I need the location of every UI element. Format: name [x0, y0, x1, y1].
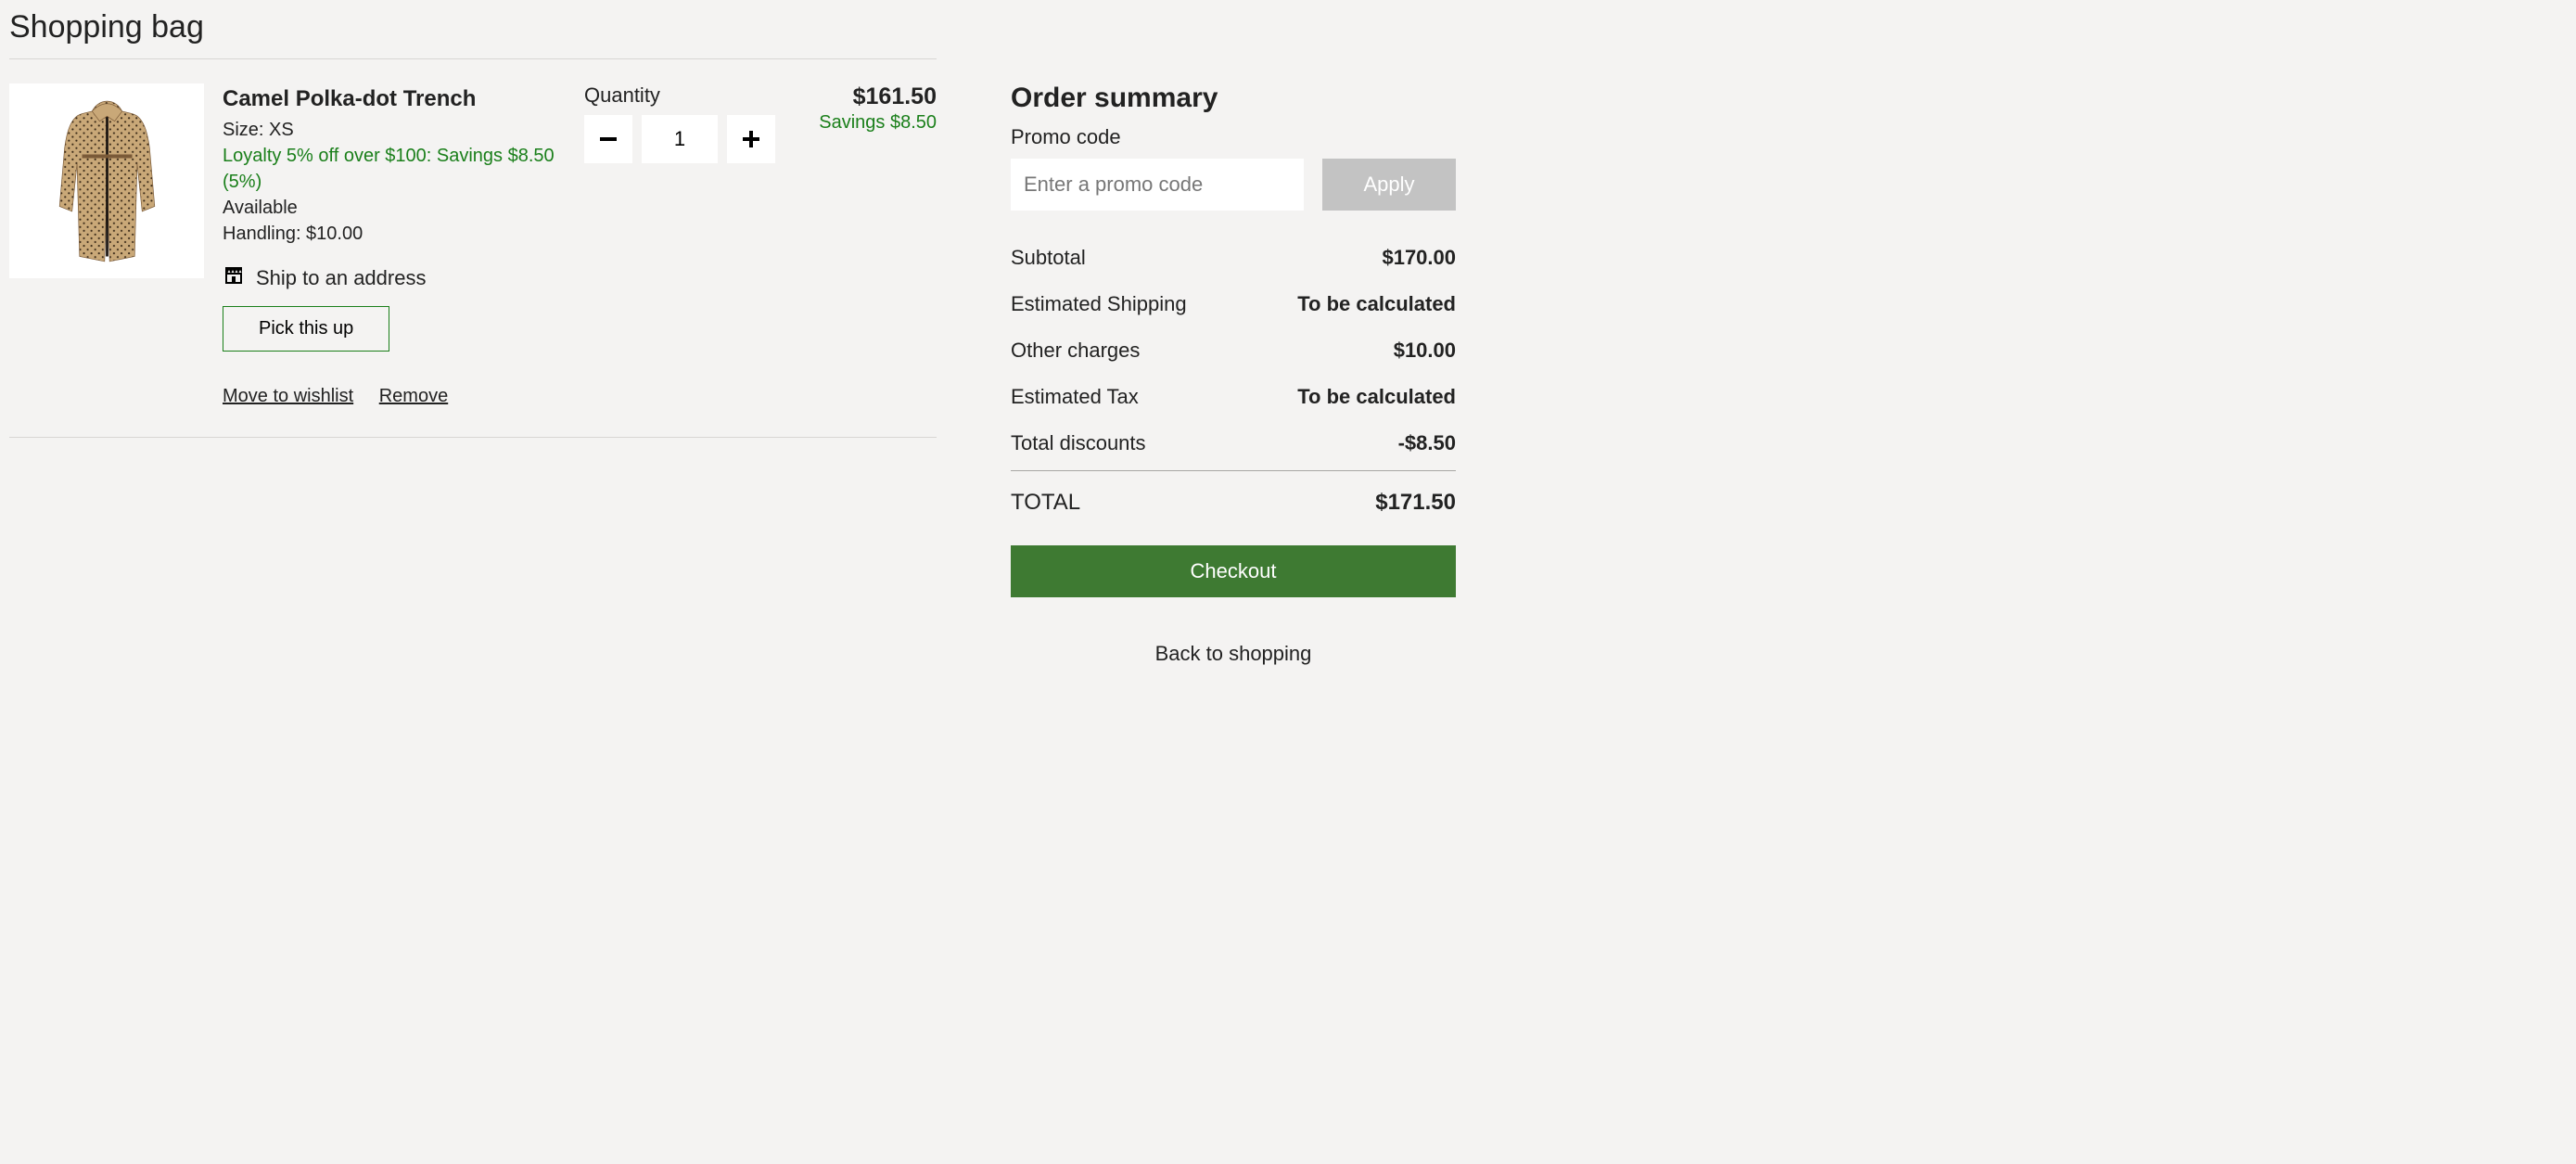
summary-subtotal-row: Subtotal $170.00 — [1011, 235, 1456, 281]
quantity-column: Quantity — [584, 83, 788, 409]
minus-icon — [597, 128, 619, 150]
cart-items-column: Camel Polka-dot Trench Size: XS Loyalty … — [9, 58, 937, 438]
summary-total-row: TOTAL $171.50 — [1011, 475, 1456, 545]
summary-divider — [1011, 470, 1456, 471]
page-title: Shopping bag — [9, 9, 2567, 45]
summary-shipping-row: Estimated Shipping To be calculated — [1011, 281, 1456, 327]
apply-promo-button[interactable]: Apply — [1322, 159, 1456, 211]
summary-total-label: TOTAL — [1011, 490, 1080, 516]
back-to-shopping-link[interactable]: Back to shopping — [1011, 642, 1456, 666]
product-name: Camel Polka-dot Trench — [223, 83, 584, 115]
summary-shipping-value: To be calculated — [1297, 292, 1456, 316]
summary-discounts-row: Total discounts -$8.50 — [1011, 420, 1456, 467]
summary-tax-value: To be calculated — [1297, 385, 1456, 409]
summary-other-label: Other charges — [1011, 339, 1140, 363]
item-price: $161.50 — [788, 83, 937, 110]
item-savings: Savings $8.50 — [788, 112, 937, 134]
plus-icon — [740, 128, 762, 150]
price-column: $161.50 Savings $8.50 — [788, 83, 937, 409]
quantity-decrement-button[interactable] — [584, 115, 632, 163]
remove-link[interactable]: Remove — [379, 386, 448, 406]
summary-shipping-label: Estimated Shipping — [1011, 292, 1187, 316]
summary-discounts-value: -$8.50 — [1398, 431, 1456, 455]
product-size: Size: XS — [223, 117, 584, 143]
cart-item-row: Camel Polka-dot Trench Size: XS Loyalty … — [9, 58, 937, 438]
summary-other-value: $10.00 — [1394, 339, 1456, 363]
ship-to-address-row: Ship to an address — [223, 263, 584, 294]
trench-coat-icon — [39, 94, 175, 269]
ship-to-address-label: Ship to an address — [256, 264, 426, 293]
handling-line: Handling: $10.00 — [223, 221, 584, 247]
summary-subtotal-label: Subtotal — [1011, 246, 1086, 270]
availability-line: Available — [223, 195, 584, 221]
move-to-wishlist-link[interactable]: Move to wishlist — [223, 386, 353, 406]
product-image — [9, 83, 204, 278]
promo-code-input[interactable] — [1011, 159, 1304, 211]
summary-tax-label: Estimated Tax — [1011, 385, 1139, 409]
summary-other-row: Other charges $10.00 — [1011, 327, 1456, 374]
store-icon — [223, 263, 245, 294]
promo-code-row: Apply — [1011, 159, 1456, 211]
item-actions: Move to wishlist Remove — [223, 383, 584, 409]
summary-total-value: $171.50 — [1375, 490, 1456, 516]
order-summary-title: Order summary — [1011, 83, 1456, 114]
order-summary-column: Order summary Promo code Apply Subtotal … — [1011, 58, 1456, 666]
quantity-increment-button[interactable] — [727, 115, 775, 163]
product-details: Camel Polka-dot Trench Size: XS Loyalty … — [223, 83, 584, 409]
quantity-label: Quantity — [584, 83, 788, 108]
summary-tax-row: Estimated Tax To be calculated — [1011, 374, 1456, 420]
pick-this-up-button[interactable]: Pick this up — [223, 306, 389, 352]
loyalty-discount-line: Loyalty 5% off over $100: Savings $8.50 … — [223, 143, 584, 195]
promo-code-label: Promo code — [1011, 125, 1456, 149]
checkout-button[interactable]: Checkout — [1011, 545, 1456, 597]
summary-discounts-label: Total discounts — [1011, 431, 1146, 455]
quantity-controls — [584, 115, 788, 163]
page-layout: Camel Polka-dot Trench Size: XS Loyalty … — [9, 58, 2567, 666]
summary-subtotal-value: $170.00 — [1382, 246, 1456, 270]
quantity-input[interactable] — [642, 115, 718, 163]
